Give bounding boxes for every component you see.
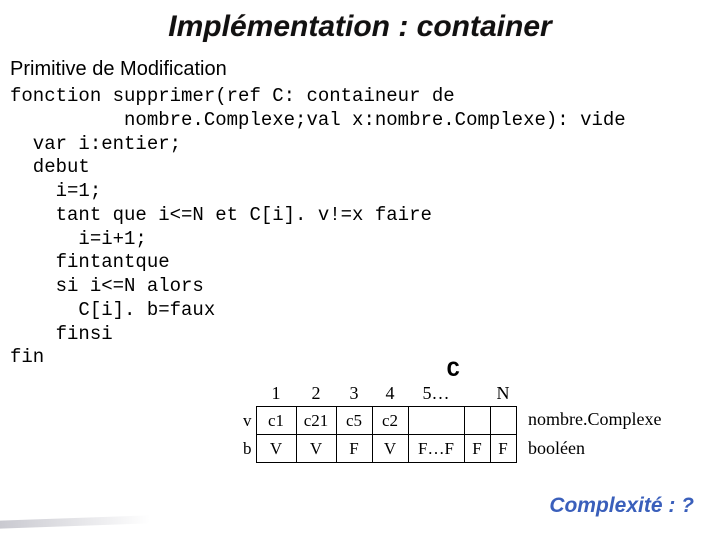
- code-line: i=1;: [10, 180, 101, 202]
- complexity-note: Complexité : ?: [549, 494, 694, 518]
- code-line: fonction supprimer(ref C: containeur de: [10, 85, 455, 107]
- code-line: C[i]. b=faux: [10, 299, 215, 321]
- table-row: b V V F V F…F F F: [238, 435, 516, 463]
- index-cell: 5…: [408, 383, 464, 404]
- cell: [464, 407, 490, 435]
- cell: V: [372, 435, 408, 463]
- index-cell: 2: [296, 383, 336, 404]
- code-line: var i:entier;: [10, 133, 181, 155]
- array-diagram: C 1 2 3 4 5… N v c1 c21 c5 c2 b V V F V …: [238, 358, 517, 463]
- cell: c1: [256, 407, 296, 435]
- code-line: si i<=N alors: [10, 275, 204, 297]
- caption-v: nombre.Complexe: [528, 409, 661, 430]
- code-line: fintantque: [10, 251, 170, 273]
- caption-b: booléen: [528, 438, 585, 459]
- cell: F: [464, 435, 490, 463]
- index-row: 1 2 3 4 5… N: [256, 383, 517, 404]
- cell: F: [336, 435, 372, 463]
- row-label-v: v: [238, 407, 256, 435]
- cell: V: [296, 435, 336, 463]
- cell: c21: [296, 407, 336, 435]
- cell: F: [490, 435, 516, 463]
- code-line: i=i+1;: [10, 228, 147, 250]
- section-subtitle: Primitive de Modification: [0, 44, 720, 83]
- index-cell: 4: [372, 383, 408, 404]
- code-line: tant que i<=N et C[i]. v!=x faire: [10, 204, 432, 226]
- code-line: debut: [10, 156, 90, 178]
- cell: V: [256, 435, 296, 463]
- cell: [490, 407, 516, 435]
- diagram-heading: C: [390, 358, 517, 383]
- table-row: v c1 c21 c5 c2: [238, 407, 516, 435]
- code-line: finsi: [10, 323, 113, 345]
- slide-title: Implémentation : container: [0, 0, 720, 44]
- cell: c2: [372, 407, 408, 435]
- cell: c5: [336, 407, 372, 435]
- array-table: v c1 c21 c5 c2 b V V F V F…F F F: [238, 406, 517, 463]
- code-line: nombre.Complexe;val x:nombre.Complexe): …: [10, 109, 626, 131]
- index-cell: N: [490, 383, 516, 404]
- decorative-accent: [0, 515, 150, 528]
- index-cell: 1: [256, 383, 296, 404]
- cell: F…F: [408, 435, 464, 463]
- code-block: fonction supprimer(ref C: containeur de …: [0, 83, 720, 370]
- index-cell: 3: [336, 383, 372, 404]
- row-label-b: b: [238, 435, 256, 463]
- code-line: fin: [10, 346, 44, 368]
- cell: [408, 407, 464, 435]
